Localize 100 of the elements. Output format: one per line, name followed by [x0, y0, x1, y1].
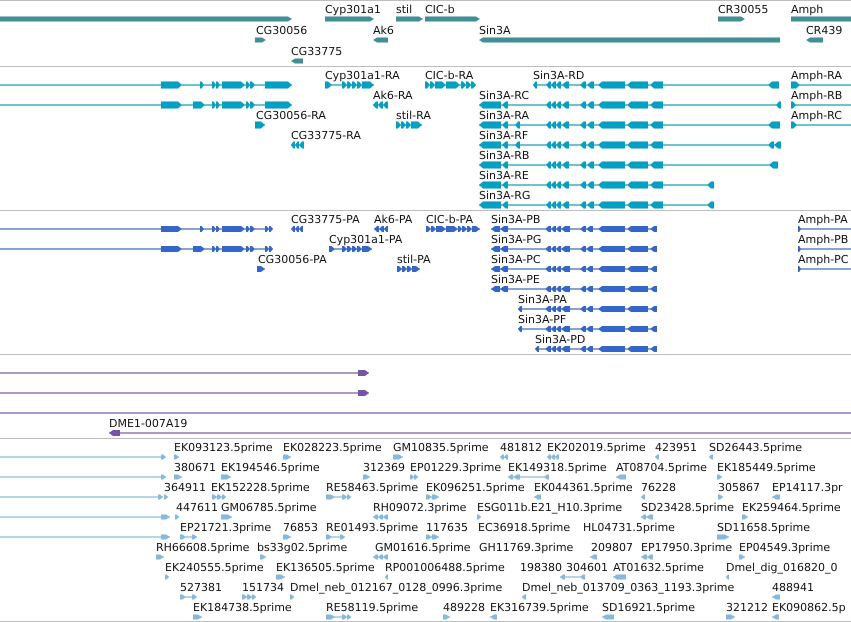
protein-glyph[interactable] [491, 266, 657, 272]
est-glyph[interactable] [534, 494, 541, 500]
transcript-glyph[interactable] [791, 122, 851, 128]
protein-glyph[interactable] [291, 226, 303, 232]
gene-bar[interactable] [325, 16, 374, 22]
est-glyph[interactable] [164, 494, 168, 500]
est-glyph[interactable] [641, 494, 645, 500]
transcript-glyph[interactable] [479, 102, 781, 108]
transcript-glyph[interactable] [291, 142, 304, 148]
est-glyph[interactable] [772, 594, 780, 600]
est-glyph[interactable] [726, 574, 729, 580]
est-glyph[interactable] [490, 614, 497, 620]
transcript-glyph[interactable] [425, 82, 476, 88]
protein-glyph[interactable] [257, 266, 265, 272]
protein-glyph[interactable] [491, 286, 657, 292]
transcript-glyph[interactable] [0, 102, 292, 108]
est-glyph[interactable] [260, 554, 266, 560]
protein-glyph[interactable] [0, 246, 273, 252]
est-glyph[interactable] [772, 494, 780, 500]
transcript-glyph[interactable] [373, 102, 388, 108]
clone-glyph[interactable] [0, 390, 369, 396]
protein-glyph[interactable] [0, 226, 273, 232]
est-glyph[interactable] [742, 514, 748, 520]
transcript-glyph[interactable] [396, 122, 422, 128]
gene-bar[interactable] [718, 16, 745, 22]
transcript-glyph[interactable] [255, 122, 265, 128]
est-glyph[interactable] [326, 534, 345, 540]
est-glyph[interactable] [0, 474, 166, 480]
est-glyph[interactable] [508, 474, 549, 480]
est-glyph[interactable] [547, 454, 559, 460]
est-glyph[interactable] [739, 554, 745, 560]
gene-bar[interactable] [291, 58, 303, 64]
transcript-glyph[interactable] [479, 162, 778, 168]
est-glyph[interactable] [641, 514, 653, 520]
est-glyph[interactable] [0, 514, 170, 520]
est-glyph[interactable] [616, 474, 626, 480]
est-glyph[interactable] [772, 614, 779, 620]
clone-glyph[interactable] [109, 430, 851, 436]
est-glyph[interactable] [174, 454, 179, 460]
est-glyph[interactable] [709, 454, 713, 460]
gene-bar[interactable] [806, 38, 823, 42]
protein-glyph[interactable] [518, 306, 657, 312]
est-glyph[interactable] [326, 494, 351, 500]
est-glyph[interactable] [393, 454, 403, 460]
transcript-glyph[interactable] [479, 142, 781, 148]
est-glyph[interactable] [180, 594, 197, 600]
est-glyph[interactable] [385, 574, 388, 580]
est-glyph[interactable] [560, 574, 585, 580]
transcript-glyph[interactable] [479, 202, 714, 208]
est-glyph[interactable] [221, 514, 232, 520]
est-glyph[interactable] [283, 534, 291, 540]
est-glyph[interactable] [175, 514, 179, 520]
est-glyph[interactable] [373, 554, 388, 560]
est-glyph[interactable] [500, 454, 508, 460]
est-glyph[interactable] [426, 534, 439, 540]
est-glyph[interactable] [221, 474, 231, 480]
est-glyph[interactable] [0, 454, 166, 460]
protein-glyph[interactable] [798, 266, 851, 272]
protein-glyph[interactable] [426, 226, 480, 232]
protein-glyph[interactable] [518, 326, 657, 332]
gene-bar[interactable] [425, 16, 480, 22]
gene-bar[interactable] [396, 16, 423, 22]
protein-glyph[interactable] [374, 226, 388, 232]
protein-glyph[interactable] [329, 246, 372, 252]
est-glyph[interactable] [180, 534, 197, 540]
gene-bar[interactable] [255, 38, 266, 42]
est-glyph[interactable] [242, 594, 256, 600]
transcript-glyph[interactable] [533, 82, 779, 88]
est-glyph[interactable] [174, 474, 182, 480]
est-glyph[interactable] [726, 614, 735, 620]
est-glyph[interactable] [655, 454, 659, 460]
protein-glyph[interactable] [798, 246, 851, 252]
est-glyph[interactable] [590, 554, 597, 560]
protein-glyph[interactable] [535, 346, 657, 352]
protein-glyph[interactable] [798, 226, 851, 232]
transcript-glyph[interactable] [791, 102, 851, 108]
transcript-glyph[interactable] [325, 82, 374, 88]
transcript-glyph[interactable] [791, 82, 851, 88]
transcript-glyph[interactable] [0, 82, 292, 88]
est-glyph[interactable] [363, 474, 370, 480]
est-glyph[interactable] [717, 474, 722, 480]
est-glyph[interactable] [193, 614, 202, 620]
est-glyph[interactable] [522, 594, 526, 600]
est-glyph[interactable] [613, 574, 626, 580]
gene-bar[interactable] [373, 38, 388, 42]
est-glyph[interactable] [410, 474, 418, 480]
est-glyph[interactable] [290, 594, 294, 600]
est-glyph[interactable] [212, 494, 226, 500]
protein-glyph[interactable] [491, 226, 657, 232]
est-glyph[interactable] [426, 494, 439, 500]
clone-glyph[interactable] [0, 370, 369, 376]
transcript-glyph[interactable] [479, 182, 714, 188]
est-glyph[interactable] [165, 574, 169, 580]
est-glyph[interactable] [0, 534, 170, 540]
est-glyph[interactable] [443, 614, 450, 620]
est-glyph[interactable] [477, 514, 481, 520]
est-glyph[interactable] [602, 614, 614, 620]
transcript-glyph[interactable] [479, 122, 780, 128]
est-glyph[interactable] [718, 494, 723, 500]
est-glyph[interactable] [326, 614, 351, 620]
